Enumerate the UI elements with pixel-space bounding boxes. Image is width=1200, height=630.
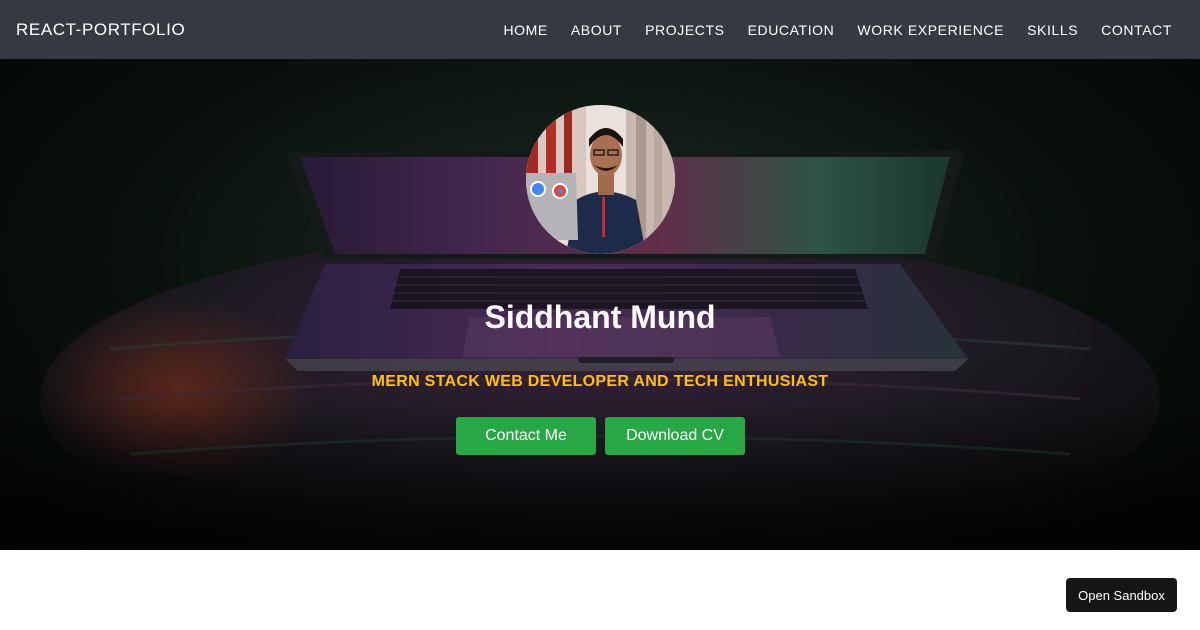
hero-tagline: MERN STACK WEB DEVELOPER AND TECH ENTHUS… (371, 373, 829, 390)
nav-links: HOME ABOUT PROJECTS EDUCATION WORK EXPER… (480, 22, 1184, 38)
brand-logo[interactable]: REACT-PORTFOLIO (16, 20, 185, 40)
nav-link-projects[interactable]: PROJECTS (645, 22, 724, 38)
hero-section: Siddhant Mund MERN STACK WEB DEVELOPER A… (0, 59, 1200, 550)
navbar: REACT-PORTFOLIO HOME ABOUT PROJECTS EDUC… (0, 0, 1200, 59)
download-cv-button[interactable]: Download CV (605, 417, 745, 455)
open-sandbox-button[interactable]: Open Sandbox (1066, 578, 1177, 612)
profile-avatar (526, 105, 675, 254)
nav-link-work-experience[interactable]: WORK EXPERIENCE (857, 22, 1004, 38)
nav-link-contact[interactable]: CONTACT (1101, 22, 1172, 38)
nav-link-about[interactable]: ABOUT (571, 22, 622, 38)
nav-link-education[interactable]: EDUCATION (748, 22, 835, 38)
nav-link-home[interactable]: HOME (503, 22, 547, 38)
nav-link-skills[interactable]: SKILLS (1027, 22, 1078, 38)
hero-name: Siddhant Mund (484, 299, 716, 335)
contact-me-button[interactable]: Contact Me (456, 417, 596, 455)
